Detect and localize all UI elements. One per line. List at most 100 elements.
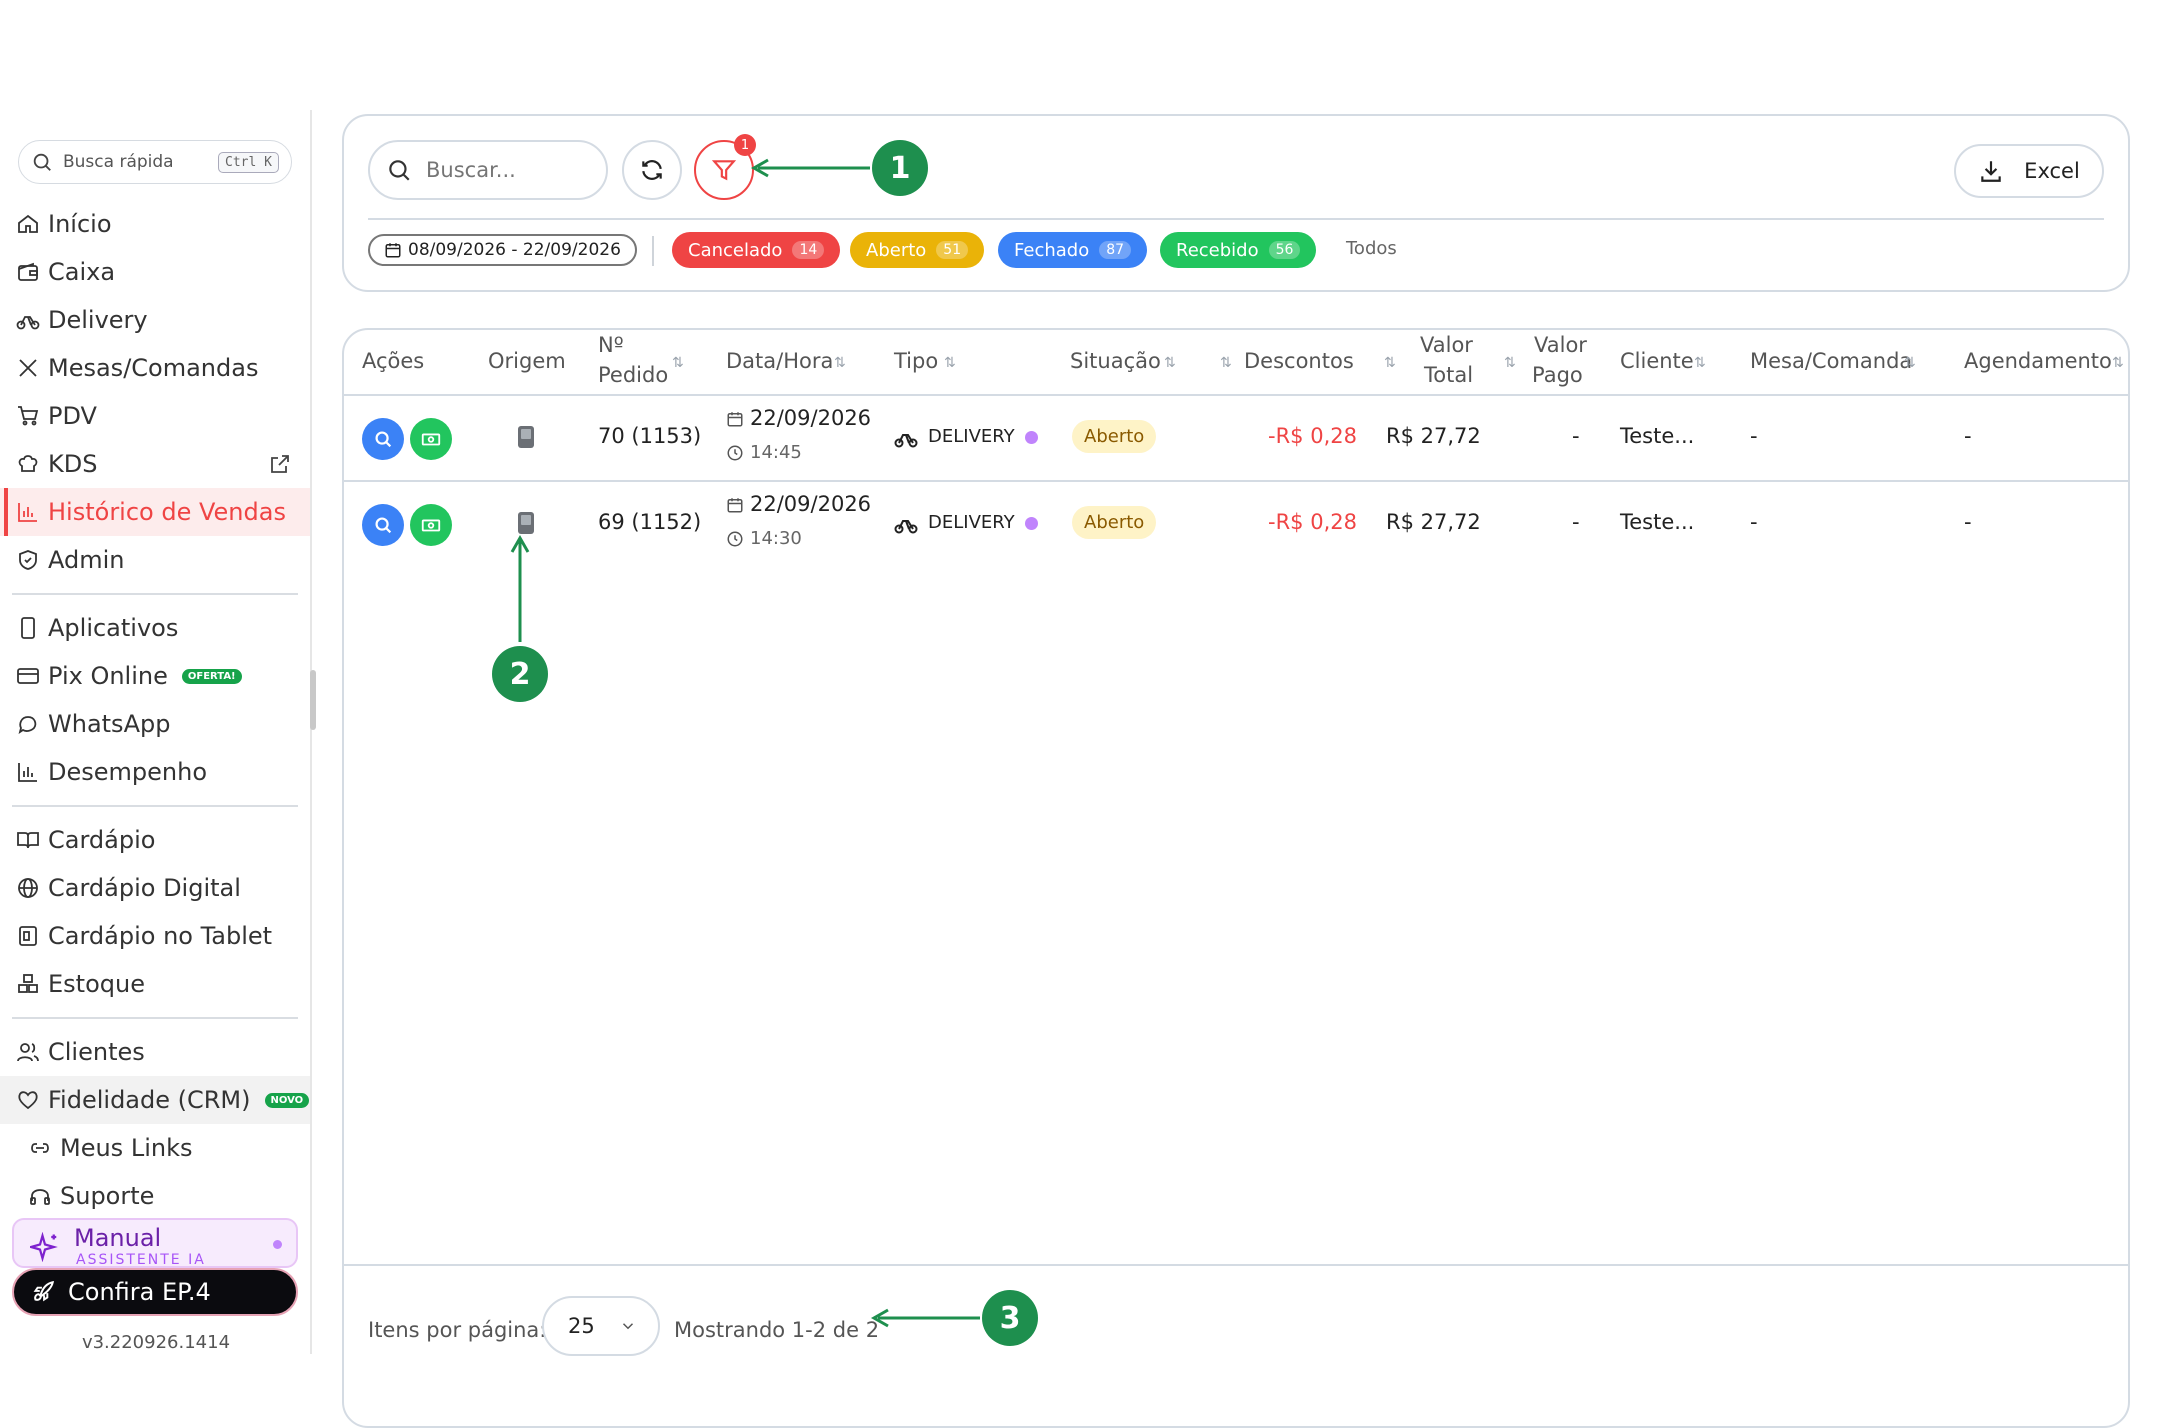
sidebar-item-pix[interactable]: Pix Online OFERTA! — [0, 652, 310, 700]
users-icon — [17, 1043, 39, 1062]
payment-button[interactable] — [410, 418, 452, 460]
status-count: 51 — [936, 241, 969, 259]
sidebar-item-caixa[interactable]: Caixa — [0, 248, 310, 296]
sidebar-item-suporte[interactable]: Suporte — [0, 1172, 310, 1220]
calendar-icon — [385, 243, 401, 258]
sidebar-item-cardapio-tablet[interactable]: Cardápio no Tablet — [0, 912, 310, 960]
sort-icon[interactable]: ⇅ — [1384, 348, 1396, 378]
quick-search[interactable]: Busca rápida Ctrl K — [18, 140, 292, 184]
status-dot — [1024, 430, 1038, 444]
col-descontos[interactable]: Descontos — [1244, 346, 1354, 376]
table-row[interactable]: 70 (1153) 22/09/2026 14:45 DELIVERY Aber… — [344, 396, 2128, 482]
sort-icon[interactable]: ⇅ — [1220, 348, 1232, 378]
sidebar-item-desempenho[interactable]: Desempenho — [0, 748, 310, 796]
col-situacao[interactable]: Situação — [1070, 346, 1161, 376]
filter-button[interactable]: 1 — [694, 134, 756, 200]
per-page-label: Itens por página: — [368, 1318, 547, 1342]
table-row[interactable]: 69 (1152) 22/09/2026 14:30 DELIVERY Aber… — [344, 482, 2128, 568]
clock-icon — [727, 445, 743, 461]
orders-table: Ações Origem Nº Pedido ⇅ Data/Hora ⇅ Tip… — [342, 328, 2130, 1428]
sidebar-item-fidelidade[interactable]: Fidelidade (CRM) NOVO — [0, 1076, 310, 1124]
table-number: - — [1750, 424, 1758, 448]
credit-card-icon — [17, 668, 39, 684]
sidebar-item-cardapio-digital[interactable]: Cardápio Digital — [0, 864, 310, 912]
sidebar-item-estoque[interactable]: Estoque — [0, 960, 310, 1008]
sort-icon[interactable]: ⇅ — [672, 348, 684, 378]
sidebar-item-cardapio[interactable]: Cardápio — [0, 816, 310, 864]
pos-terminal-icon — [518, 512, 534, 534]
sort-icon[interactable]: ⇅ — [1504, 348, 1516, 378]
status-chip-cancelado[interactable]: Cancelado 14 — [672, 232, 841, 268]
sidebar-item-historico[interactable]: Histórico de Vendas — [0, 488, 310, 536]
sidebar-item-label: Cardápio — [48, 826, 156, 854]
status-chip-todos[interactable]: Todos — [1346, 238, 1397, 259]
date-range-chip[interactable]: 08/09/2026 - 22/09/2026 — [368, 234, 637, 266]
home-icon — [18, 214, 38, 233]
excel-export-button[interactable]: Excel — [1954, 144, 2104, 198]
col-valor-pago-line2[interactable]: Pago — [1532, 360, 1583, 390]
refresh-icon — [642, 160, 662, 180]
search-box[interactable] — [368, 140, 608, 200]
pagination-info: Mostrando 1-2 de 2 — [674, 1318, 880, 1342]
sidebar-item-label: Fidelidade (CRM) — [48, 1086, 251, 1114]
total-value: R$ 27,72 — [1386, 510, 1481, 534]
heart-icon — [18, 1091, 38, 1110]
offer-badge: OFERTA! — [181, 668, 242, 684]
view-order-button[interactable] — [362, 504, 404, 546]
confira-button[interactable]: Confira EP.4 — [12, 1268, 298, 1316]
refresh-button[interactable] — [622, 140, 682, 200]
col-cliente[interactable]: Cliente — [1620, 346, 1694, 376]
sort-icon[interactable]: ⇅ — [1694, 348, 1706, 378]
sidebar-item-meus-links[interactable]: Meus Links — [0, 1124, 310, 1172]
sidebar-item-pdv[interactable]: PDV — [0, 392, 310, 440]
order-type: DELIVERY — [928, 512, 1038, 533]
external-link-icon[interactable] — [268, 452, 292, 476]
per-page-select[interactable]: 25 — [542, 1296, 660, 1356]
sort-icon[interactable]: ⇅ — [944, 348, 956, 378]
sidebar-scrollbar[interactable] — [310, 670, 316, 730]
filter-card: 1 Excel 08/09/2026 - 22/09/2026 Cancelad… — [342, 114, 2130, 292]
col-mesa[interactable]: Mesa/Comanda — [1750, 346, 1912, 376]
col-pedido-line2[interactable]: Pedido — [598, 360, 668, 390]
view-order-button[interactable] — [362, 418, 404, 460]
col-valor-pago-line1[interactable]: Valor — [1534, 330, 1587, 360]
col-tipo[interactable]: Tipo — [894, 346, 938, 376]
sidebar-item-label: Clientes — [48, 1038, 145, 1066]
sort-icon[interactable]: ⇅ — [834, 348, 846, 378]
sort-icon[interactable]: ⇅ — [1904, 348, 1916, 378]
col-agendamento[interactable]: Agendamento — [1964, 346, 2112, 376]
status-chip-fechado[interactable]: Fechado 87 — [998, 232, 1148, 268]
sort-icon[interactable]: ⇅ — [1164, 348, 1176, 378]
col-datahora[interactable]: Data/Hora — [726, 346, 833, 376]
sidebar-item-inicio[interactable]: Início — [0, 200, 310, 248]
sidebar-item-kds[interactable]: KDS — [0, 440, 310, 488]
manual-assistant-button[interactable]: Manual ASSISTENTE IA — [12, 1218, 298, 1268]
col-valor-total-line2[interactable]: Total — [1424, 360, 1473, 390]
order-type-label: DELIVERY — [928, 512, 1015, 533]
sidebar-item-clientes[interactable]: Clientes — [0, 1028, 310, 1076]
per-page-value: 25 — [568, 1314, 595, 1338]
payment-button[interactable] — [410, 504, 452, 546]
status-dot — [1024, 516, 1038, 530]
sidebar-item-label: KDS — [48, 450, 98, 478]
status-chip-recebido[interactable]: Recebido 56 — [1160, 232, 1317, 268]
chef-hat-icon — [18, 455, 38, 472]
top-bar — [0, 0, 2160, 110]
filter-count-badge: 1 — [734, 134, 756, 156]
col-valor-total-line1[interactable]: Valor — [1420, 330, 1473, 360]
new-badge: NOVO — [264, 1092, 310, 1108]
col-pedido-line1[interactable]: Nº — [598, 330, 624, 360]
order-type: DELIVERY — [928, 426, 1038, 447]
status-chip-aberto[interactable]: Aberto 51 — [850, 232, 985, 268]
sidebar-item-admin[interactable]: Admin — [0, 536, 310, 584]
search-input[interactable] — [426, 158, 586, 182]
sidebar-item-mesas[interactable]: Mesas/Comandas — [0, 344, 310, 392]
sort-icon[interactable]: ⇅ — [2112, 348, 2124, 378]
bar-chart-icon — [18, 503, 37, 522]
sidebar-item-whatsapp[interactable]: WhatsApp — [0, 700, 310, 748]
filter-divider — [368, 218, 2104, 220]
sidebar-item-delivery[interactable]: Delivery — [0, 296, 310, 344]
confira-label: Confira EP.4 — [68, 1278, 211, 1306]
date-range-label: 08/09/2026 - 22/09/2026 — [408, 240, 621, 260]
sidebar-item-aplicativos[interactable]: Aplicativos — [0, 604, 310, 652]
